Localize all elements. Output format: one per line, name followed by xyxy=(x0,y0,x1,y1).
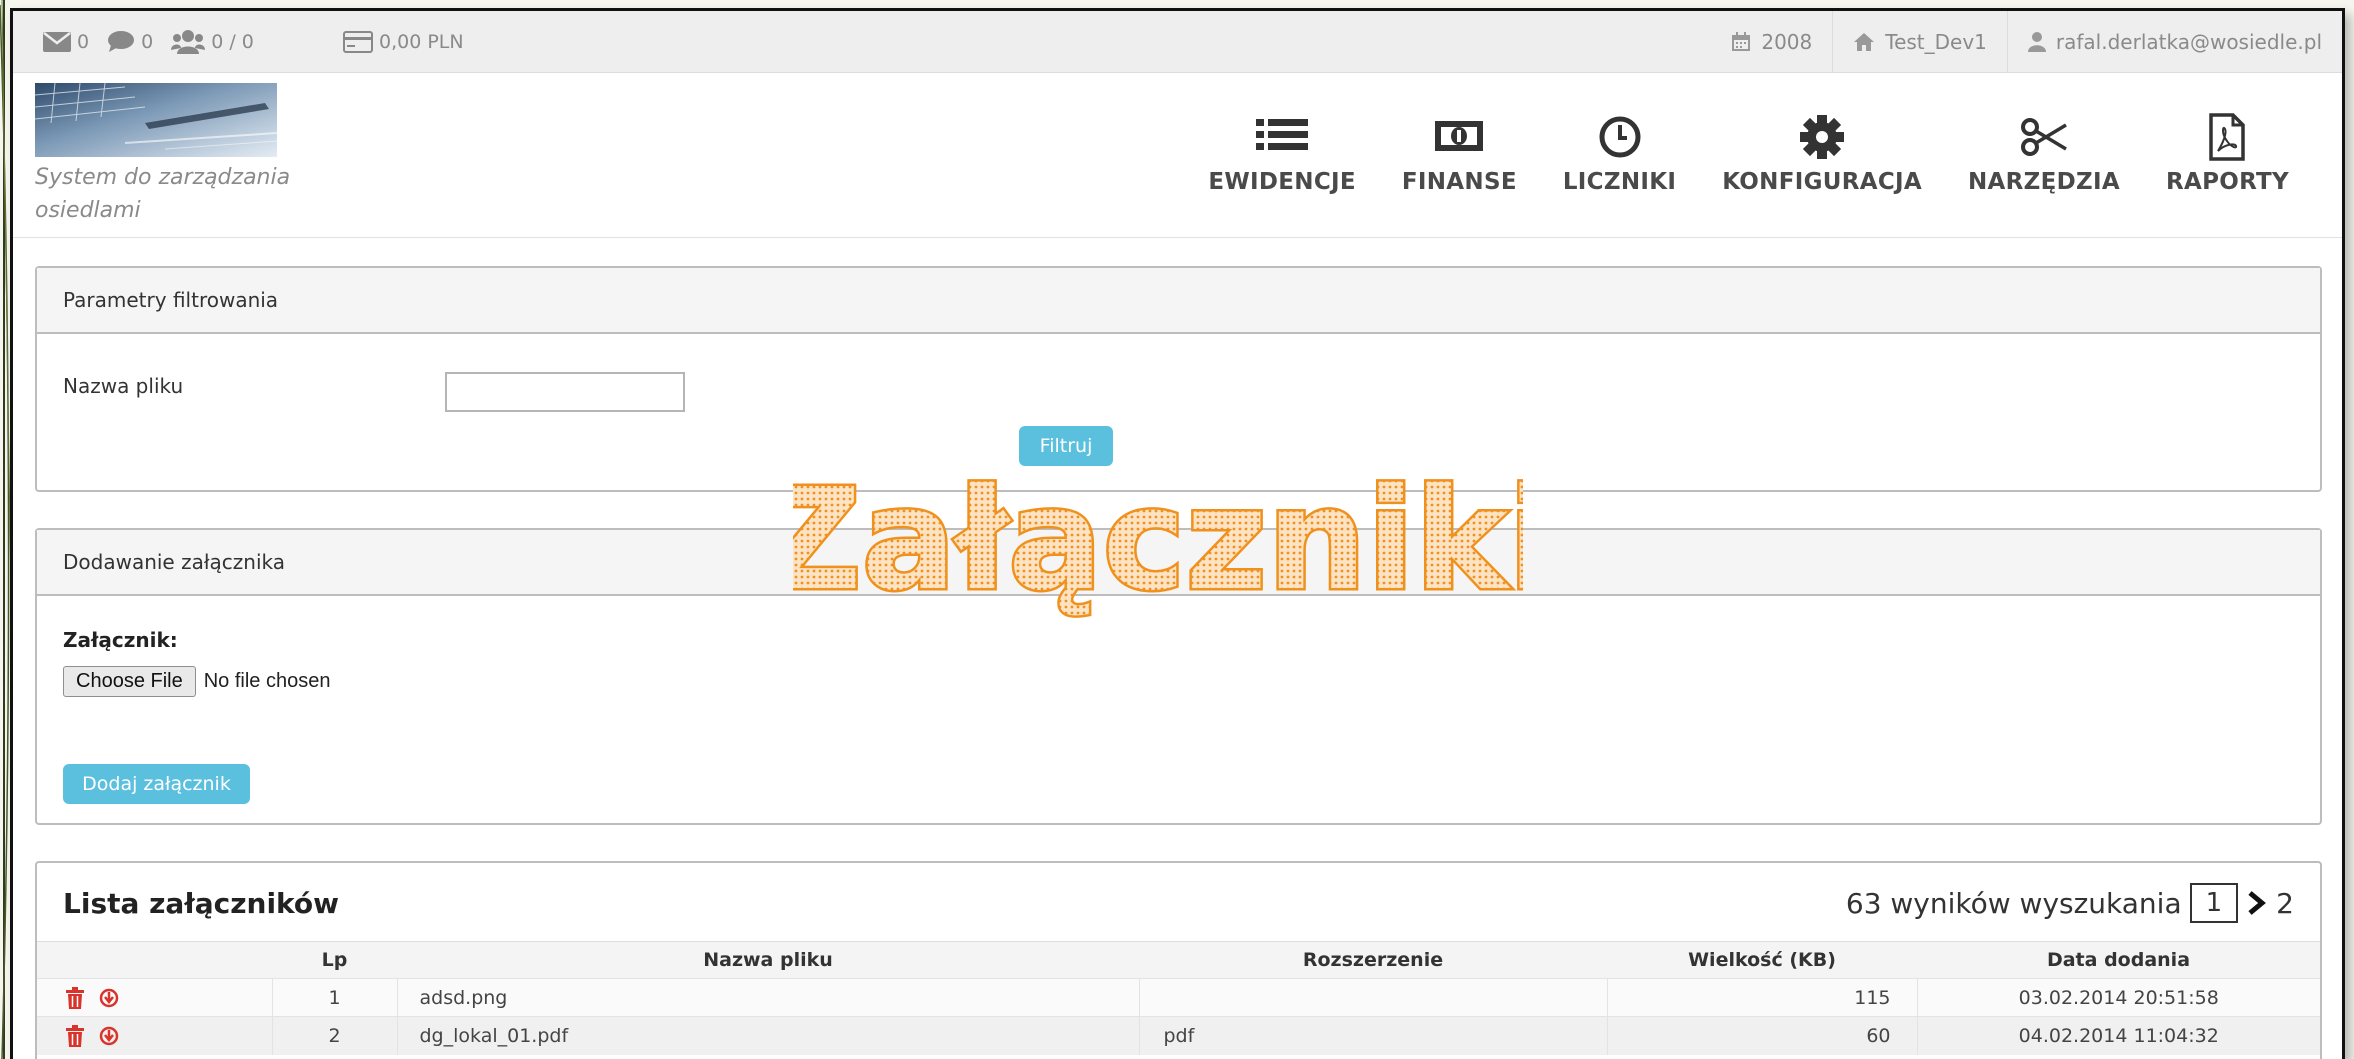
actions-header xyxy=(37,941,272,979)
download-icon[interactable] xyxy=(99,1026,119,1046)
attachments-list-panel: Lista załączników 63 wyników wyszukania … xyxy=(35,861,2322,1059)
list-title: Lista załączników xyxy=(63,887,340,920)
main-navigation: EWIDENCJE FINANSE LICZNIKI KONFIGURACJA … xyxy=(1185,113,2312,195)
nav-konfiguracja[interactable]: KONFIGURACJA xyxy=(1699,113,1945,195)
community-name: Test_Dev1 xyxy=(1885,30,1987,54)
cell-filename[interactable]: adsd.png xyxy=(397,978,1140,1017)
table-header-row: Lp Nazwa pliku Rozszerzenie Wielkość (KB… xyxy=(37,941,2320,979)
comments-count: 0 xyxy=(141,31,154,53)
column-header[interactable]: Rozszerzenie xyxy=(1139,941,1607,979)
comment-icon xyxy=(108,31,135,52)
logo-image[interactable] xyxy=(35,83,277,157)
user-menu[interactable]: rafal.derlatka@wosiedle.pl xyxy=(2006,11,2342,73)
nav-ewidencje[interactable]: EWIDENCJE xyxy=(1185,113,1379,195)
overlay-title-text: Załączniki xyxy=(793,466,1523,622)
cell-lp: 1 xyxy=(272,978,398,1017)
trash-icon[interactable] xyxy=(65,1025,85,1047)
user-icon xyxy=(2027,32,2046,52)
logo-text: System do zarządzania osiedlami xyxy=(35,165,291,223)
nav-label: LICZNIKI xyxy=(1562,169,1677,195)
chevron-right-icon[interactable] xyxy=(2246,890,2268,916)
nav-label: EWIDENCJE xyxy=(1208,169,1356,195)
credit-card-icon xyxy=(343,31,373,53)
column-header[interactable]: Lp xyxy=(272,941,397,979)
messages-count: 0 xyxy=(77,31,90,53)
nav-label: RAPORTY xyxy=(2165,169,2289,195)
cell-date: 04.02.2014 11:04:32 xyxy=(1917,1016,2320,1055)
cell-lp: 2 xyxy=(272,1016,398,1055)
column-header[interactable]: Data dodania xyxy=(1917,941,2320,979)
gear-icon xyxy=(1800,115,1845,159)
table-row: 1 adsd.png 115 03.02.2014 20:51:58 xyxy=(37,978,2320,1017)
add-attachment-button[interactable]: Dodaj załącznik xyxy=(63,764,250,804)
row-actions xyxy=(37,1016,273,1055)
filter-button[interactable]: Filtruj xyxy=(1019,426,1113,466)
site-header: System do zarządzania osiedlami EWIDENCJ… xyxy=(13,73,2342,238)
balance-indicator[interactable]: 0,00 PLN xyxy=(343,11,464,73)
nav-label: FINANSE xyxy=(1401,169,1517,195)
filename-input[interactable] xyxy=(445,372,685,412)
community-selector[interactable]: Test_Dev1 xyxy=(1832,11,2007,73)
current-page[interactable]: 1 xyxy=(2189,883,2239,923)
overlay-title: Załączniki xyxy=(793,466,1523,625)
balance-value: 0,00 PLN xyxy=(379,31,464,53)
pagination: 63 wyników wyszukania 1 2 xyxy=(1846,883,2294,923)
pdf-file-icon xyxy=(2209,113,2246,161)
attachment-label: Załącznik: xyxy=(63,628,178,652)
filter-panel-title: Parametry filtrowania xyxy=(37,268,2320,334)
nav-narzedzia[interactable]: NARZĘDZIA xyxy=(1945,113,2143,195)
cell-filename[interactable]: dg_lokal_01.pdf xyxy=(397,1016,1140,1055)
nav-label: KONFIGURACJA xyxy=(1722,169,1922,195)
nav-raporty[interactable]: RAPORTY xyxy=(2143,113,2312,195)
download-icon[interactable] xyxy=(99,988,119,1008)
calendar-icon xyxy=(1732,32,1751,51)
choose-file-button[interactable]: Choose File xyxy=(63,666,196,697)
results-count: 63 wyników wyszukania xyxy=(1845,886,2182,920)
scissors-icon xyxy=(2020,118,2067,156)
table-row: 2 dg_lokal_01.pdf pdf 60 04.02.2014 11:0… xyxy=(37,1016,2320,1055)
list-icon xyxy=(1256,119,1309,150)
nav-liczniki[interactable]: LICZNIKI xyxy=(1540,113,1699,195)
envelope-icon xyxy=(43,32,71,52)
next-page[interactable]: 2 xyxy=(2276,887,2294,920)
attachments-table: Lp Nazwa pliku Rozszerzenie Wielkość (KB… xyxy=(37,941,2320,1055)
comments-indicator[interactable]: 0 xyxy=(107,31,153,53)
app-window: 0 0 0 / 0 0,00 PLN 2008 Test_Dev1 rafal.… xyxy=(10,8,2345,1059)
year-selector[interactable]: 2008 xyxy=(1711,11,1832,73)
status-bar: 0 0 0 / 0 0,00 PLN 2008 Test_Dev1 rafal.… xyxy=(13,11,2342,73)
file-status: No file chosen xyxy=(203,670,331,692)
filter-panel: Parametry filtrowania Nazwa pliku Filtru… xyxy=(35,266,2322,492)
home-icon xyxy=(1854,33,1875,51)
cell-extension xyxy=(1139,978,1608,1017)
nav-finanse[interactable]: FINANSE xyxy=(1379,113,1540,195)
cell-size: 60 xyxy=(1607,1016,1918,1055)
column-header[interactable]: Wielkość (KB) xyxy=(1607,941,1917,979)
users-count: 0 / 0 xyxy=(211,31,254,53)
file-input: Choose File No file chosen xyxy=(63,666,330,697)
cell-extension: pdf xyxy=(1139,1016,1608,1055)
nav-label: NARZĘDZIA xyxy=(1967,169,2120,195)
users-indicator[interactable]: 0 / 0 xyxy=(171,30,254,54)
users-icon xyxy=(171,30,206,54)
row-actions xyxy=(37,978,273,1017)
filename-label: Nazwa pliku xyxy=(63,374,184,398)
column-header[interactable]: Nazwa pliku xyxy=(397,941,1139,979)
year-value: 2008 xyxy=(1761,30,1813,54)
money-icon xyxy=(1435,121,1484,151)
clock-icon xyxy=(1599,116,1641,158)
messages-indicator[interactable]: 0 xyxy=(43,31,89,53)
cell-date: 03.02.2014 20:51:58 xyxy=(1917,978,2320,1017)
cell-size: 115 xyxy=(1607,978,1918,1017)
user-email: rafal.derlatka@wosiedle.pl xyxy=(2055,30,2322,54)
trash-icon[interactable] xyxy=(65,986,85,1009)
